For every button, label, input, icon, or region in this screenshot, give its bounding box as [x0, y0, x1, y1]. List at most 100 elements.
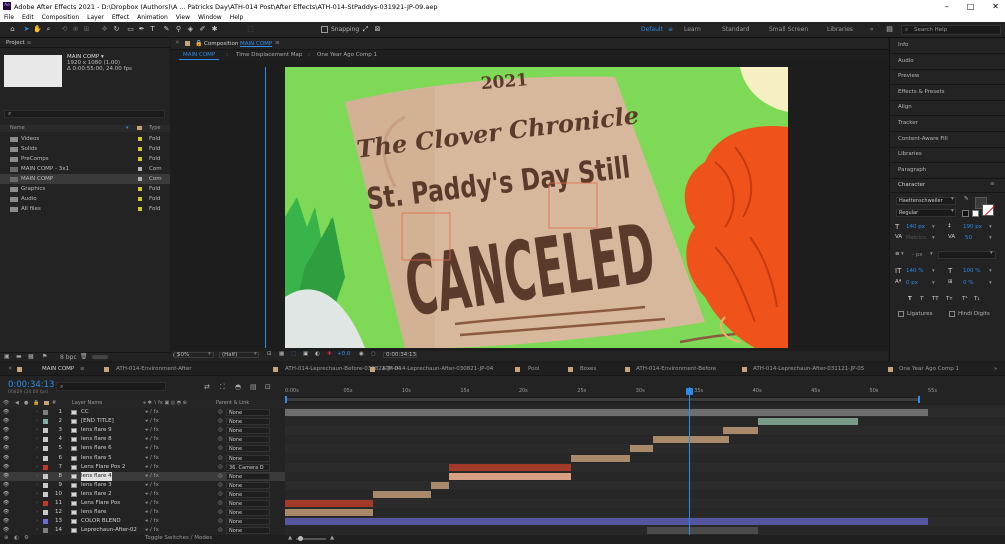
layer-switches[interactable]: ⚹ ∕ fx: [145, 408, 159, 417]
hindi-digits-checkbox[interactable]: [949, 311, 955, 317]
layer-label-color[interactable]: [43, 528, 48, 534]
timeline-tab[interactable]: Boxes: [580, 366, 596, 372]
menu-animation[interactable]: Animation: [137, 14, 168, 21]
font-size-value[interactable]: 140 px: [906, 224, 925, 230]
expand-arrow-icon[interactable]: ›: [36, 481, 38, 490]
panel-menu-icon[interactable]: ≡: [80, 366, 85, 372]
layer-row[interactable]: 👁 › 10 lens flare 2 ⚹ ∕ fx ◎ None: [0, 490, 285, 499]
layer-duration-bar[interactable]: [758, 418, 858, 426]
layer-label-color[interactable]: [43, 510, 48, 516]
faux-bold-button[interactable]: T: [908, 296, 912, 302]
color-management-icon[interactable]: ✚: [327, 351, 332, 357]
expand-arrow-icon[interactable]: ›: [36, 435, 38, 444]
layer-switches[interactable]: ⚹ ∕ fx: [145, 417, 159, 426]
layer-switches[interactable]: ⚹ ∕ fx: [145, 472, 159, 481]
kerning-value[interactable]: Metrics: [906, 235, 926, 241]
panel-libraries[interactable]: Libraries: [898, 151, 922, 157]
vertical-scale-value[interactable]: 140 %: [906, 268, 923, 274]
pick-whip-icon[interactable]: ◎: [218, 490, 223, 499]
layer-label-color[interactable]: [43, 473, 48, 479]
composition-viewer[interactable]: 2021 The Clover Chronicle St. Paddy's Da…: [285, 67, 788, 348]
3d-view-icon[interactable]: ▣: [303, 351, 308, 357]
undo-rotate-icon[interactable]: ↻: [112, 25, 121, 34]
bpc-label[interactable]: 8 bpc: [60, 354, 77, 361]
baseline-shift-value[interactable]: 0 px: [906, 280, 918, 286]
toggle-switches-modes[interactable]: Toggle Switches / Modes: [145, 535, 212, 541]
eyedropper-icon[interactable]: ✎: [964, 196, 969, 202]
draft-3d-icon[interactable]: ⛶: [220, 383, 225, 392]
timeline-timecode[interactable]: 0:00:34:13: [8, 380, 54, 390]
snap-icon[interactable]: ⤢: [361, 25, 370, 34]
panel-menu-icon[interactable]: ≡: [990, 181, 995, 187]
visibility-eye-icon[interactable]: 👁: [3, 501, 10, 506]
layer-switches[interactable]: ⚹ ∕ fx: [145, 463, 159, 472]
column-parent[interactable]: Parent & Link: [216, 400, 249, 406]
expand-arrow-icon[interactable]: ›: [36, 408, 38, 417]
timeline-zoom-slider[interactable]: [296, 536, 326, 541]
character-panel-title[interactable]: Character: [898, 182, 925, 188]
pick-whip-icon[interactable]: ◎: [218, 444, 223, 453]
pick-whip-icon[interactable]: ◎: [218, 454, 223, 463]
project-item[interactable]: All files Fold: [0, 204, 170, 214]
menu-file[interactable]: File: [4, 14, 14, 21]
leading-value[interactable]: 190 px: [963, 224, 982, 230]
new-comp-icon[interactable]: ▦: [28, 353, 34, 360]
selection-tool-icon[interactable]: ➤: [22, 25, 31, 34]
panel-align[interactable]: Align: [898, 104, 912, 110]
project-item[interactable]: MAIN COMP - 3x1 Com: [0, 164, 170, 174]
layer-name[interactable]: Lens Flare Pos 2: [81, 463, 125, 472]
font-family-select[interactable]: Haettenschweiler: [896, 197, 956, 205]
layer-row[interactable]: 👁 › 13 COLOR BLEND ⚹ ∕ fx ◎ None: [0, 517, 285, 526]
minimize-button[interactable]: –: [945, 0, 949, 13]
pick-whip-icon[interactable]: ◎: [218, 508, 223, 517]
layer-label-color[interactable]: [43, 437, 48, 443]
layer-label-color[interactable]: [43, 519, 48, 525]
layer-row[interactable]: 👁 › 14 Leprechaun-After-02 ⚹ ∕ fx ◎ None: [0, 526, 285, 535]
layer-name[interactable]: [END TITLE]: [81, 417, 114, 426]
tsume-value[interactable]: 0 %: [963, 280, 973, 286]
layer-row[interactable]: 👁 › 11 Lens Flare Pos ⚹ ∕ fx ◎ None: [0, 499, 285, 508]
new-folder-icon[interactable]: ▬: [16, 353, 22, 360]
parent-select[interactable]: None: [226, 454, 270, 462]
visibility-eye-icon[interactable]: 👁: [3, 410, 10, 415]
workspace-learn[interactable]: Learn: [684, 26, 701, 33]
panel-paragraph[interactable]: Paragraph: [898, 167, 926, 173]
menu-help[interactable]: Help: [230, 14, 244, 21]
visibility-eye-icon[interactable]: 👁: [3, 446, 10, 451]
zoom-in-icon[interactable]: ▲: [330, 535, 334, 541]
layer-row[interactable]: 👁 › 6 lens flare 5 ⚹ ∕ fx ◎ None: [0, 454, 285, 463]
pick-whip-icon[interactable]: ◎: [218, 526, 223, 535]
close-tab-icon[interactable]: ✕: [8, 366, 13, 372]
exposure-value[interactable]: +0.0: [337, 351, 350, 357]
timeline-graph-area[interactable]: 0:00s 05s 10s 15s 20s 25s 30s 35s 40s 45s 50s 55s: [285, 387, 1005, 536]
expand-arrow-icon[interactable]: ›: [36, 517, 38, 526]
timeline-tab[interactable]: ATH-014-Leprechaun-After-031121-JP-05: [753, 366, 864, 372]
pan-behind-tool-icon[interactable]: ⊞: [82, 25, 91, 34]
column-layer-name[interactable]: Layer Name: [72, 400, 102, 406]
panel-content-aware-fill[interactable]: Content-Aware Fill: [898, 136, 948, 142]
parent-select[interactable]: None: [226, 445, 270, 453]
layer-switches[interactable]: ⚹ ∕ fx: [145, 508, 159, 517]
visibility-eye-icon[interactable]: 👁: [3, 455, 10, 461]
close-button[interactable]: ✕: [992, 0, 999, 13]
menu-composition[interactable]: Composition: [42, 14, 79, 21]
layer-row[interactable]: 👁 › 12 lens flare ⚹ ∕ fx ◎ None: [0, 508, 285, 517]
layer-switches[interactable]: ⚹ ∕ fx: [145, 499, 159, 508]
expand-arrow-icon[interactable]: ›: [36, 463, 38, 472]
layer-row[interactable]: 👁 › 2 [END TITLE] ⚹ ∕ fx ◎ None: [0, 417, 285, 426]
pick-whip-icon[interactable]: ◎: [218, 499, 223, 508]
layer-row[interactable]: 👁 › 8 lens flare 4 ⚹ ∕ fx ◎ None: [0, 471, 285, 481]
project-search-input[interactable]: ⌕: [4, 110, 165, 118]
puppet-tool-icon[interactable]: ✱: [210, 25, 219, 34]
timeline-tab[interactable]: ATH-014-Environment-Before: [636, 366, 716, 372]
parent-select[interactable]: None: [226, 509, 270, 517]
current-time-indicator[interactable]: [685, 387, 693, 535]
hand-tool-icon[interactable]: ✋: [33, 25, 42, 34]
eraser-tool-icon[interactable]: ◈: [186, 25, 195, 34]
timeline-tab[interactable]: One Year Ago Comp 1: [899, 366, 959, 372]
transparency-grid-icon[interactable]: ▦: [279, 351, 284, 357]
timeline-tab[interactable]: ATH-014-Leprechaun-After-030821-JP-04: [382, 366, 493, 372]
resolution-select[interactable]: (Half): [219, 352, 259, 358]
expand-arrow-icon[interactable]: ›: [36, 426, 38, 435]
layer-switches[interactable]: ⚹ ∕ fx: [145, 444, 159, 453]
